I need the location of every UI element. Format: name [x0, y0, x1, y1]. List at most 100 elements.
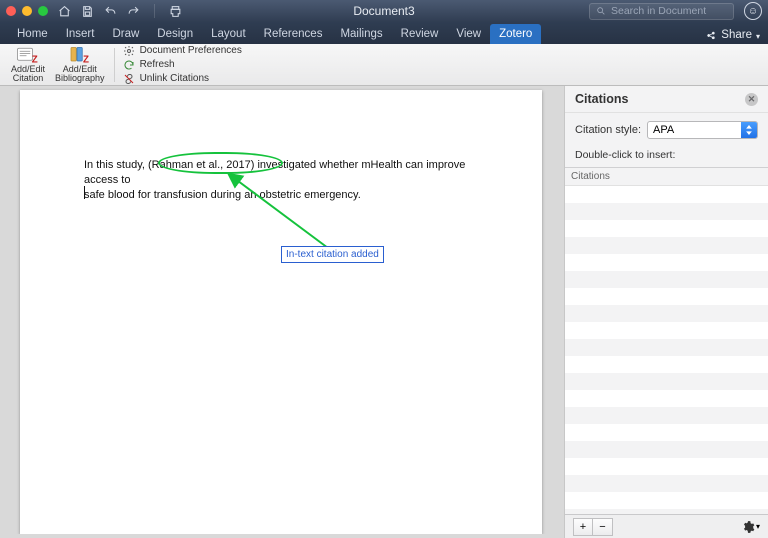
workspace: In this study, (Rahman et al., 2017) inv…	[0, 86, 768, 538]
zoom-window-button[interactable]	[38, 6, 48, 16]
list-item[interactable]	[565, 356, 768, 373]
unlink-citations-button[interactable]: Unlink Citations	[123, 73, 242, 85]
redo-icon[interactable]	[127, 5, 140, 18]
add-edit-citation-label: Add/Edit Citation	[11, 65, 45, 83]
body-text[interactable]: In this study, (Rahman et al., 2017) inv…	[84, 158, 494, 203]
select-stepper-icon	[741, 121, 757, 139]
document-preferences-label: Document Preferences	[140, 45, 242, 56]
list-item[interactable]	[565, 390, 768, 407]
ribbon-separator	[114, 48, 115, 82]
list-item[interactable]	[565, 271, 768, 288]
list-item[interactable]	[565, 509, 768, 514]
add-edit-citation-button[interactable]: Z Add/Edit Citation	[6, 46, 50, 83]
quick-access-toolbar	[58, 4, 182, 18]
tab-draw[interactable]: Draw	[103, 24, 148, 44]
svg-text:Z: Z	[32, 55, 38, 65]
home-icon[interactable]	[58, 5, 71, 18]
feedback-icon[interactable]: ☺	[744, 2, 762, 20]
citations-panel: Citations ✕ Citation style: APA Double-c…	[564, 86, 768, 538]
citation-style-value: APA	[653, 124, 674, 136]
tab-zotero[interactable]: Zotero	[490, 24, 541, 44]
tab-references[interactable]: References	[255, 24, 332, 44]
citation-style-label: Citation style:	[575, 124, 641, 136]
list-item[interactable]	[565, 288, 768, 305]
list-item[interactable]	[565, 203, 768, 220]
tab-home[interactable]: Home	[8, 24, 57, 44]
refresh-button[interactable]: Refresh	[123, 59, 242, 71]
gear-icon	[741, 520, 755, 534]
refresh-icon	[123, 59, 135, 71]
insert-hint: Double-click to insert:	[575, 146, 758, 161]
list-item[interactable]	[565, 424, 768, 441]
list-item[interactable]	[565, 339, 768, 356]
close-panel-button[interactable]: ✕	[745, 93, 758, 106]
text-before: In this study,	[84, 159, 148, 171]
ribbon-zotero-subgroup: Document Preferences Refresh Unlink Cita…	[119, 45, 242, 85]
toolbar-separator	[154, 4, 155, 18]
unlink-icon	[123, 73, 135, 85]
add-edit-bibliography-button[interactable]: Z Add/Edit Bibliography	[50, 46, 110, 83]
tab-design[interactable]: Design	[148, 24, 202, 44]
citations-list-header: Citations	[565, 168, 768, 186]
canvas-bottom-edge	[0, 534, 564, 538]
tab-view[interactable]: View	[447, 24, 490, 44]
window-controls	[6, 6, 48, 16]
share-button[interactable]: Share ▾	[706, 29, 760, 44]
svg-text:Z: Z	[83, 55, 89, 65]
list-item[interactable]	[565, 373, 768, 390]
list-item[interactable]	[565, 407, 768, 424]
chevron-down-icon: ▾	[756, 32, 760, 41]
citations-list: Citations	[565, 167, 768, 514]
close-window-button[interactable]	[6, 6, 16, 16]
citations-panel-title: Citations	[575, 92, 628, 106]
text-line-2: safe blood for transfusion during an obs…	[84, 189, 361, 201]
search-placeholder: Search in Document	[611, 5, 706, 17]
chevron-down-icon: ▾	[756, 522, 760, 531]
minimize-window-button[interactable]	[22, 6, 32, 16]
citations-rows[interactable]	[565, 186, 768, 514]
gear-icon	[123, 45, 135, 57]
ribbon-tabstrip: Home Insert Draw Design Layout Reference…	[0, 22, 768, 44]
tab-mailings[interactable]: Mailings	[331, 24, 391, 44]
bibliography-icon: Z	[67, 46, 93, 64]
unlink-citations-label: Unlink Citations	[140, 73, 209, 84]
citations-panel-footer: + − ▾	[565, 514, 768, 538]
tab-insert[interactable]: Insert	[57, 24, 104, 44]
citations-settings-button[interactable]: ▾	[741, 520, 760, 534]
print-icon[interactable]	[169, 5, 182, 18]
document-page: In this study, (Rahman et al., 2017) inv…	[20, 90, 542, 534]
list-item[interactable]	[565, 492, 768, 509]
annotation-arrow	[20, 90, 542, 534]
list-item[interactable]	[565, 441, 768, 458]
add-citation-button[interactable]: +	[573, 518, 593, 536]
tab-review[interactable]: Review	[392, 24, 448, 44]
share-label: Share	[721, 29, 752, 41]
save-icon[interactable]	[81, 5, 94, 18]
list-item[interactable]	[565, 458, 768, 475]
list-item[interactable]	[565, 220, 768, 237]
document-canvas[interactable]: In this study, (Rahman et al., 2017) inv…	[0, 86, 564, 538]
remove-citation-button[interactable]: −	[593, 518, 613, 536]
list-item[interactable]	[565, 305, 768, 322]
list-item[interactable]	[565, 322, 768, 339]
search-input[interactable]: Search in Document	[589, 3, 734, 20]
undo-icon[interactable]	[104, 5, 117, 18]
citation-style-row: Citation style: APA	[575, 121, 758, 139]
search-icon	[596, 6, 606, 16]
list-item[interactable]	[565, 475, 768, 492]
citations-panel-header: Citations ✕	[565, 86, 768, 113]
citation-icon: Z	[15, 46, 41, 64]
list-item[interactable]	[565, 186, 768, 203]
list-item[interactable]	[565, 254, 768, 271]
annotation-callout: In-text citation added	[281, 246, 384, 263]
in-text-citation[interactable]: (Rahman et al., 2017)	[148, 158, 254, 173]
share-icon	[706, 30, 717, 41]
text-cursor	[84, 186, 85, 199]
tab-layout[interactable]: Layout	[202, 24, 255, 44]
refresh-label: Refresh	[140, 59, 175, 70]
add-edit-bibliography-label: Add/Edit Bibliography	[55, 65, 105, 83]
window-titlebar: Document3 Search in Document ☺	[0, 0, 768, 22]
citation-style-select[interactable]: APA	[647, 121, 758, 139]
document-preferences-button[interactable]: Document Preferences	[123, 45, 242, 57]
list-item[interactable]	[565, 237, 768, 254]
